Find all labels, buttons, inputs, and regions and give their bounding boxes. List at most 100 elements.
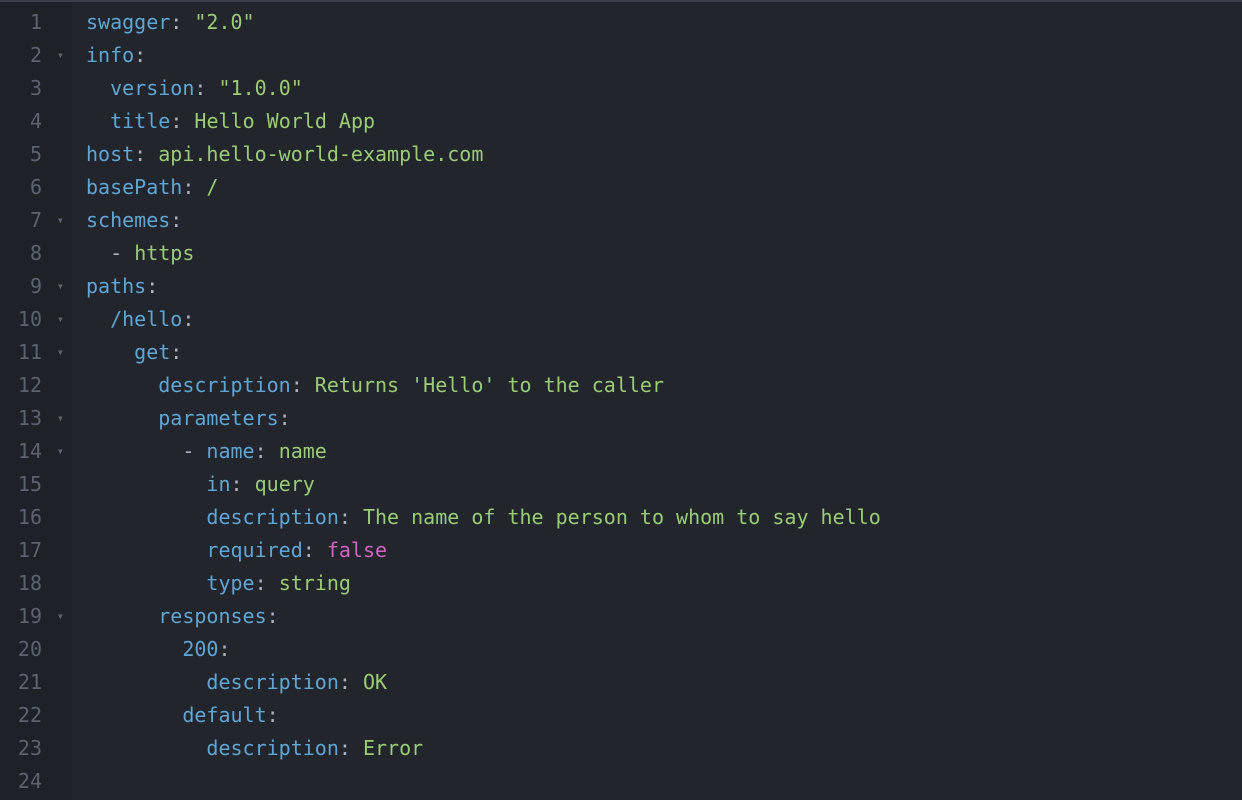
code-line[interactable]: description: Returns 'Hello' to the call… <box>86 369 1242 402</box>
line-number: 18 <box>18 567 50 600</box>
token-key: description <box>206 666 338 699</box>
code-line[interactable]: title: Hello World App <box>86 105 1242 138</box>
gutter-line: 3 <box>0 72 64 105</box>
code-line[interactable]: schemes: <box>86 204 1242 237</box>
token-colon: : <box>267 699 279 732</box>
gutter-line: 15 <box>0 468 64 501</box>
line-gutter: 12▾34567▾89▾10▾11▾1213▾14▾1516171819▾202… <box>0 2 72 800</box>
code-line[interactable]: description: The name of the person to w… <box>86 501 1242 534</box>
code-line[interactable]: paths: <box>86 270 1242 303</box>
token-colon: : <box>231 468 255 501</box>
line-number: 23 <box>18 732 50 765</box>
code-line[interactable]: type: string <box>86 567 1242 600</box>
token-plain: Error <box>363 732 423 765</box>
fold-toggle-icon[interactable]: ▾ <box>52 402 64 435</box>
token-colon: : <box>303 534 327 567</box>
gutter-line: 6 <box>0 171 64 204</box>
indent <box>86 699 182 732</box>
code-line[interactable]: /hello: <box>86 303 1242 336</box>
token-colon: : <box>170 336 182 369</box>
gutter-line: 2▾ <box>0 39 64 72</box>
token-key: responses <box>158 600 266 633</box>
fold-toggle-icon[interactable]: ▾ <box>52 204 64 237</box>
code-line[interactable]: swagger: "2.0" <box>86 6 1242 39</box>
token-key: description <box>158 369 290 402</box>
gutter-line: 19▾ <box>0 600 64 633</box>
token-colon: : <box>339 666 363 699</box>
token-plain: api.hello-world-example.com <box>158 138 483 171</box>
token-plain: https <box>134 237 194 270</box>
code-line[interactable]: description: Error <box>86 732 1242 765</box>
indent <box>86 666 206 699</box>
code-editor[interactable]: 12▾34567▾89▾10▾11▾1213▾14▾1516171819▾202… <box>0 2 1242 800</box>
gutter-line: 16 <box>0 501 64 534</box>
code-line[interactable]: - name: name <box>86 435 1242 468</box>
token-colon: : <box>182 303 194 336</box>
code-line[interactable]: host: api.hello-world-example.com <box>86 138 1242 171</box>
line-number: 8 <box>30 237 50 270</box>
token-plain: string <box>279 567 351 600</box>
code-line[interactable]: responses: <box>86 600 1242 633</box>
code-line[interactable]: - https <box>86 237 1242 270</box>
line-number: 19 <box>18 600 50 633</box>
code-line[interactable]: 200: <box>86 633 1242 666</box>
token-key: version <box>110 72 194 105</box>
indent <box>86 237 110 270</box>
fold-toggle-icon[interactable]: ▾ <box>52 39 64 72</box>
code-line[interactable]: in: query <box>86 468 1242 501</box>
token-colon: : <box>218 633 230 666</box>
indent <box>86 534 206 567</box>
line-number: 20 <box>18 633 50 666</box>
token-key: /hello <box>110 303 182 336</box>
indent <box>86 732 206 765</box>
gutter-line: 14▾ <box>0 435 64 468</box>
code-line[interactable]: basePath: / <box>86 171 1242 204</box>
fold-toggle-icon[interactable]: ▾ <box>52 435 64 468</box>
code-line[interactable] <box>86 765 1242 798</box>
token-key: name <box>206 435 254 468</box>
token-key: in <box>206 468 230 501</box>
token-colon: : <box>170 6 194 39</box>
gutter-line: 23 <box>0 732 64 765</box>
token-colon: : <box>255 435 279 468</box>
indent <box>86 600 158 633</box>
gutter-line: 11▾ <box>0 336 64 369</box>
token-str: "1.0.0" <box>218 72 302 105</box>
code-line[interactable]: version: "1.0.0" <box>86 72 1242 105</box>
code-line[interactable]: info: <box>86 39 1242 72</box>
line-number: 6 <box>30 171 50 204</box>
token-colon: : <box>194 72 218 105</box>
gutter-line: 9▾ <box>0 270 64 303</box>
fold-toggle-icon[interactable]: ▾ <box>52 270 64 303</box>
token-plain: Returns 'Hello' to the caller <box>315 369 664 402</box>
token-key: info <box>86 39 134 72</box>
line-number: 2 <box>30 39 50 72</box>
token-key: required <box>206 534 302 567</box>
indent <box>86 402 158 435</box>
token-str: "2.0" <box>194 6 254 39</box>
gutter-line: 10▾ <box>0 303 64 336</box>
token-colon: : <box>170 105 194 138</box>
token-plain: Hello World App <box>194 105 375 138</box>
code-line[interactable]: parameters: <box>86 402 1242 435</box>
token-key: default <box>182 699 266 732</box>
fold-toggle-icon[interactable]: ▾ <box>52 303 64 336</box>
token-key: schemes <box>86 204 170 237</box>
token-key: type <box>206 567 254 600</box>
fold-toggle-icon[interactable]: ▾ <box>52 600 64 633</box>
line-number: 16 <box>18 501 50 534</box>
code-line[interactable]: required: false <box>86 534 1242 567</box>
token-plain: / <box>206 171 218 204</box>
code-line[interactable]: description: OK <box>86 666 1242 699</box>
indent <box>86 435 182 468</box>
line-number: 13 <box>18 402 50 435</box>
indent <box>86 105 110 138</box>
token-plain: OK <box>363 666 387 699</box>
indent <box>86 468 206 501</box>
gutter-line: 18 <box>0 567 64 600</box>
code-area[interactable]: swagger: "2.0"info: version: "1.0.0" tit… <box>72 2 1242 800</box>
gutter-line: 12 <box>0 369 64 402</box>
fold-toggle-icon[interactable]: ▾ <box>52 336 64 369</box>
code-line[interactable]: get: <box>86 336 1242 369</box>
code-line[interactable]: default: <box>86 699 1242 732</box>
